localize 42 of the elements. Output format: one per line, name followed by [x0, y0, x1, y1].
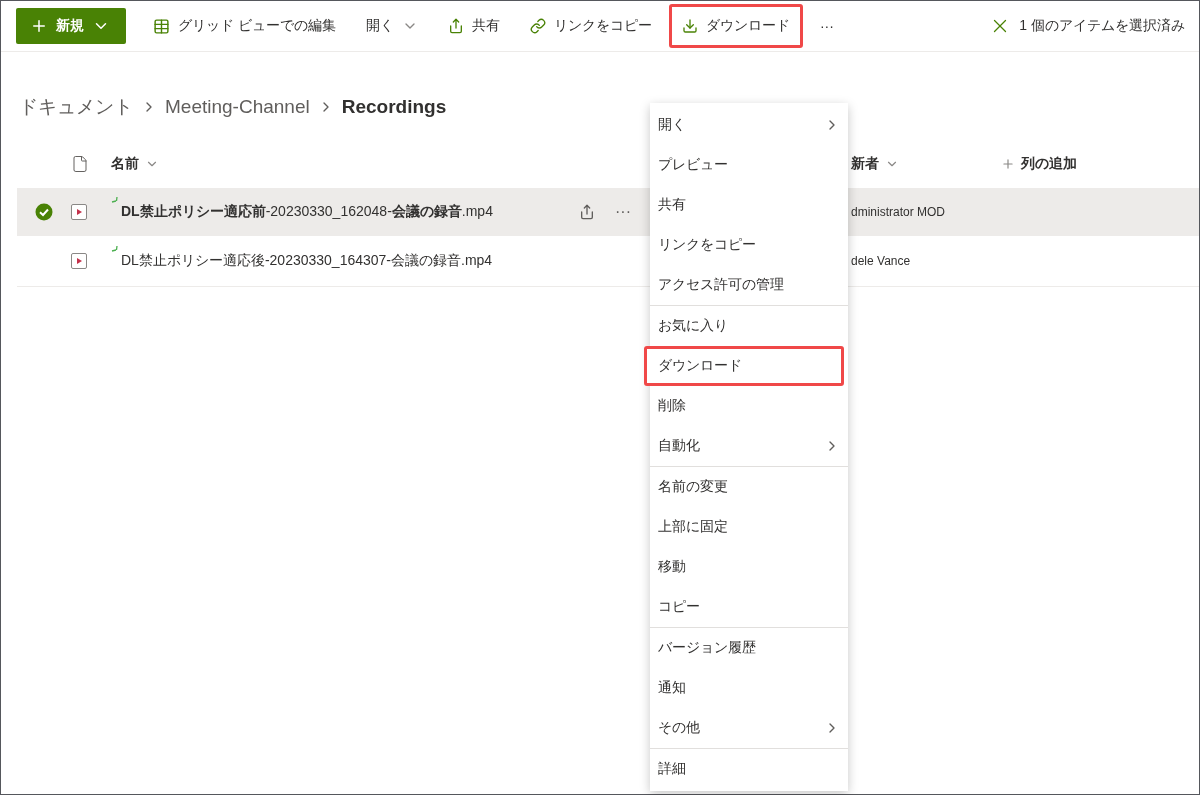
share-icon[interactable]	[579, 203, 595, 220]
file-type-icon	[71, 155, 89, 173]
menu-item[interactable]: お気に入り	[650, 306, 848, 346]
toolbar-button[interactable]: ダウンロード	[668, 4, 803, 48]
menu-item[interactable]: 開く	[650, 105, 848, 145]
file-name-link[interactable]: DL禁止ポリシー適応後-20230330_164307-会議の録音.mp4	[121, 252, 493, 270]
menu-item[interactable]: 上部に固定	[650, 507, 848, 547]
menu-item[interactable]: その他	[650, 708, 848, 748]
menu-item[interactable]: 名前の変更	[650, 467, 848, 507]
menu-item[interactable]: バージョン履歴	[650, 628, 848, 668]
plus-icon	[1001, 157, 1015, 171]
menu-item[interactable]: 通知	[650, 668, 848, 708]
grid-icon	[153, 17, 170, 35]
new-button[interactable]: 新規	[16, 8, 126, 44]
table-cell-text: dele Vance	[851, 254, 912, 268]
clear-selection-button[interactable]: 1 個のアイテムを選択済み	[979, 15, 1199, 37]
menu-item[interactable]: リンクをコピー	[650, 225, 848, 265]
breadcrumb-link[interactable]: Recordings	[341, 96, 447, 118]
table-cell-text: dministrator MOD	[851, 204, 946, 219]
menu-item[interactable]: アクセス許可の管理	[650, 265, 848, 305]
column-header[interactable]: 名前	[111, 155, 571, 173]
menu-item[interactable]: コピー	[650, 587, 848, 627]
breadcrumb-link[interactable]: ドキュメント	[19, 94, 133, 120]
link-icon	[529, 18, 546, 34]
menu-item[interactable]: 共有	[650, 185, 848, 225]
video-file-icon	[71, 203, 87, 220]
menu-item[interactable]: プレビュー	[650, 145, 848, 185]
menu-item[interactable]: ダウンロード	[644, 346, 844, 386]
more-button[interactable]: ···	[615, 202, 631, 221]
menu-item[interactable]: 自動化	[650, 426, 848, 466]
share-icon	[447, 18, 464, 34]
checkmark-icon[interactable]	[35, 202, 53, 221]
download-icon	[681, 18, 698, 34]
menu-item[interactable]: 移動	[650, 547, 848, 587]
add-column-button[interactable]: 列の追加	[1001, 155, 1199, 173]
video-file-icon	[71, 253, 87, 269]
column-header[interactable]: 新者	[851, 155, 1001, 173]
menu-item[interactable]: 削除	[650, 386, 848, 426]
menu-item[interactable]: 詳細	[650, 749, 848, 789]
file-name-link[interactable]: DL禁止ポリシー適応前-20230330_162048-会議の録音.mp4	[121, 202, 493, 221]
plus-icon	[30, 17, 48, 35]
breadcrumb-link[interactable]: Meeting-Channel	[165, 96, 310, 118]
